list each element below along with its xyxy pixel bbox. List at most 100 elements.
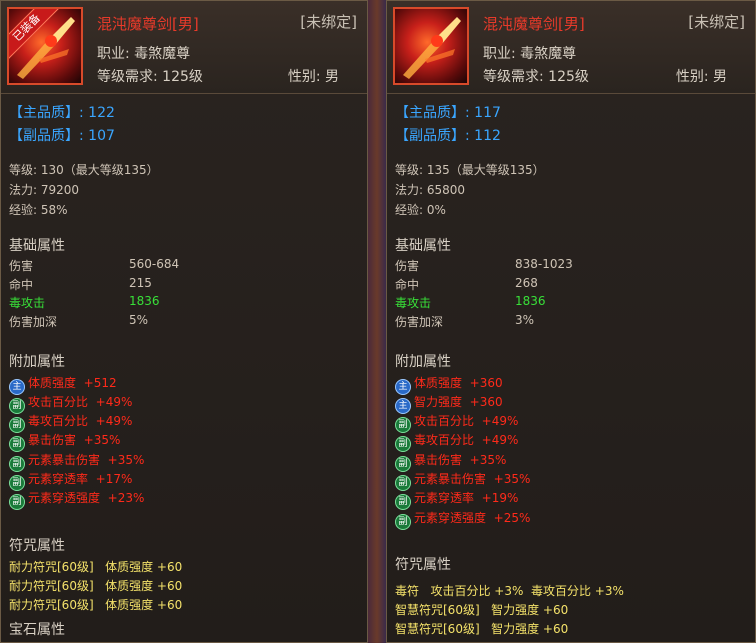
gender-line: 性别: 男 [287,69,339,85]
attr-value: +17% [95,472,133,486]
tooltip-header: 已装备 混沌魔尊剑[男] [未绑定] 职业: 毒煞魔尊 等级需求: 125级 性… [1,1,367,94]
attr-name: 毒攻百分比 [28,414,89,428]
extra-attr-row: 主智力强度 +360 [395,393,503,414]
level-line: 等级: 135（最大等级135） [395,163,545,177]
item-name: 混沌魔尊剑[男] [97,15,199,33]
main-quality: 【主品质】: 117 [395,105,501,121]
rune-attributes-title: 符咒属性 [395,557,451,573]
basic-attr-row: 毒攻击 1836 [395,294,735,311]
attr-value: 268 [515,276,538,290]
extra-attributes-title: 附加属性 [9,354,65,370]
attr-name: 元素穿透率 [414,491,475,505]
sword-icon[interactable]: 已装备 [7,7,83,85]
attr-value: 215 [129,276,152,290]
mana-line: 法力: 65800 [395,183,466,197]
attr-value: 560-684 [129,257,180,271]
gem-attributes-title: 宝石属性 [9,622,65,638]
sub-affix-icon: 副 [395,436,411,452]
attr-name: 智力强度 [414,395,463,409]
extra-attr-row: 副暴击伤害 +35% [395,451,506,472]
extra-attr-row: 副元素穿透强度 +25% [395,509,530,530]
attr-value: +19% [481,491,519,505]
attr-value: +49% [481,433,519,447]
rune-row: 智慧符咒[60级] 智力强度 +60 [395,622,569,636]
extra-attr-row: 副元素穿透强度 +23% [9,489,144,510]
bind-status: [未绑定] [300,13,357,31]
attr-name: 攻击百分比 [28,395,89,409]
attr-name: 伤害 [9,259,34,273]
attr-name: 元素穿透强度 [28,491,101,505]
attr-name: 命中 [9,278,34,292]
extra-attr-row: 副毒攻百分比 +49% [9,412,132,433]
exp-line: 经验: 58% [9,203,68,217]
attr-value: +35% [469,453,507,467]
attr-value: +360 [469,376,503,390]
attr-value: +49% [481,414,519,428]
extra-attr-row: 副毒攻百分比 +49% [395,431,518,452]
extra-attr-row: 副元素暴击伤害 +35% [9,451,144,472]
extra-attr-row: 副攻击百分比 +49% [395,412,518,433]
attr-name: 毒攻百分比 [414,433,475,447]
sub-affix-icon: 副 [395,514,411,530]
attr-value: +512 [83,376,117,390]
background-gap [368,0,386,643]
attr-value: 838-1023 [515,257,573,271]
extra-attr-row: 主体质强度 +512 [9,374,117,395]
extra-attr-row: 副元素穿透率 +19% [395,489,518,510]
sub-quality: 【副品质】: 107 [9,128,115,144]
attr-name: 命中 [395,278,420,292]
extra-attributes-title: 附加属性 [395,354,451,370]
rune-row: 毒符 攻击百分比 +3% 毒攻百分比 +3% [395,584,624,598]
attr-name: 元素穿透强度 [414,511,487,525]
sub-affix-icon: 副 [9,436,25,452]
tooltip-header: 混沌魔尊剑[男] [未绑定] 职业: 毒煞魔尊 等级需求: 125级 性别: 男 [387,1,755,94]
attr-name: 伤害加深 [395,315,444,329]
rune-row: 耐力符咒[60级] 体质强度 +60 [9,598,183,612]
level-line: 等级: 130（最大等级135） [9,163,159,177]
extra-attr-row: 主体质强度 +360 [395,374,503,395]
attr-name: 毒攻击 [395,296,432,310]
attr-value: +35% [493,472,531,486]
rune-row: 耐力符咒[60级] 体质强度 +60 [9,579,183,593]
exp-line: 经验: 0% [395,203,446,217]
item-tooltip-compare: 混沌魔尊剑[男] [未绑定] 职业: 毒煞魔尊 等级需求: 125级 性别: 男… [386,0,756,643]
sword-icon[interactable] [393,7,469,85]
item-tooltip-equipped: 已装备 混沌魔尊剑[男] [未绑定] 职业: 毒煞魔尊 等级需求: 125级 性… [0,0,368,643]
profession-line: 职业: 毒煞魔尊 [97,46,191,62]
basic-attr-row: 伤害加深 5% [9,313,349,330]
attr-value: 1836 [515,294,546,308]
attr-value: +360 [469,395,503,409]
attr-name: 攻击百分比 [414,414,475,428]
attr-value: +49% [95,395,133,409]
profession-line: 职业: 毒煞魔尊 [483,46,577,62]
attr-value: +35% [107,453,145,467]
attr-name: 伤害 [395,259,420,273]
sub-affix-icon: 副 [395,494,411,510]
sub-affix-icon: 副 [9,494,25,510]
basic-attr-row: 伤害加深 3% [395,313,735,330]
attr-name: 毒攻击 [9,296,46,310]
attr-name: 暴击伤害 [414,453,463,467]
gender-line: 性别: 男 [675,69,727,85]
rune-attributes-title: 符咒属性 [9,538,65,554]
attr-name: 体质强度 [414,376,463,390]
attr-value: 5% [129,313,149,327]
attr-value: +25% [493,511,531,525]
basic-attr-row: 命中 268 [395,276,735,293]
attr-name: 元素暴击伤害 [28,453,101,467]
attr-value: +35% [83,433,121,447]
item-name: 混沌魔尊剑[男] [483,15,585,33]
main-quality: 【主品质】: 122 [9,105,115,121]
sub-quality: 【副品质】: 112 [395,128,501,144]
bind-status: [未绑定] [688,13,745,31]
attr-value: +23% [107,491,145,505]
basic-attributes-title: 基础属性 [9,238,65,254]
basic-attr-row: 伤害 560-684 [9,257,349,274]
basic-attr-row: 命中 215 [9,276,349,293]
attr-name: 元素暴击伤害 [414,472,487,486]
attr-name: 体质强度 [28,376,77,390]
extra-attr-row: 副攻击百分比 +49% [9,393,132,414]
mana-line: 法力: 79200 [9,183,80,197]
attr-value: +49% [95,414,133,428]
attr-name: 元素穿透率 [28,472,89,486]
